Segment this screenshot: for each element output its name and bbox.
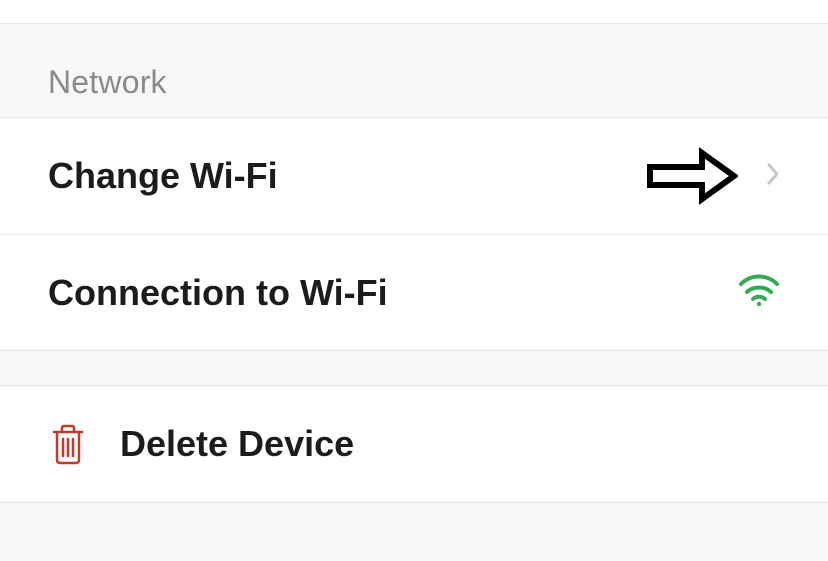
delete-device-label: Delete Device (120, 423, 354, 465)
trash-icon (48, 422, 88, 466)
delete-device-row[interactable]: Delete Device (0, 386, 828, 502)
arrow-right-annotation-icon (646, 147, 738, 205)
change-wifi-row[interactable]: Change Wi-Fi (0, 118, 828, 234)
section-spacer (0, 351, 828, 385)
change-wifi-label: Change Wi-Fi (48, 155, 646, 197)
section-header-network: Network (0, 24, 828, 117)
connection-wifi-label: Connection to Wi-Fi (48, 272, 738, 314)
wifi-icon (738, 274, 780, 311)
change-wifi-accessory (646, 147, 780, 205)
chevron-right-icon (766, 162, 780, 191)
network-list: Change Wi-Fi Connection to Wi-Fi (0, 117, 828, 351)
connection-wifi-accessory (738, 274, 780, 311)
delete-list: Delete Device (0, 385, 828, 503)
top-blank (0, 0, 828, 24)
connection-wifi-row[interactable]: Connection to Wi-Fi (0, 234, 828, 350)
